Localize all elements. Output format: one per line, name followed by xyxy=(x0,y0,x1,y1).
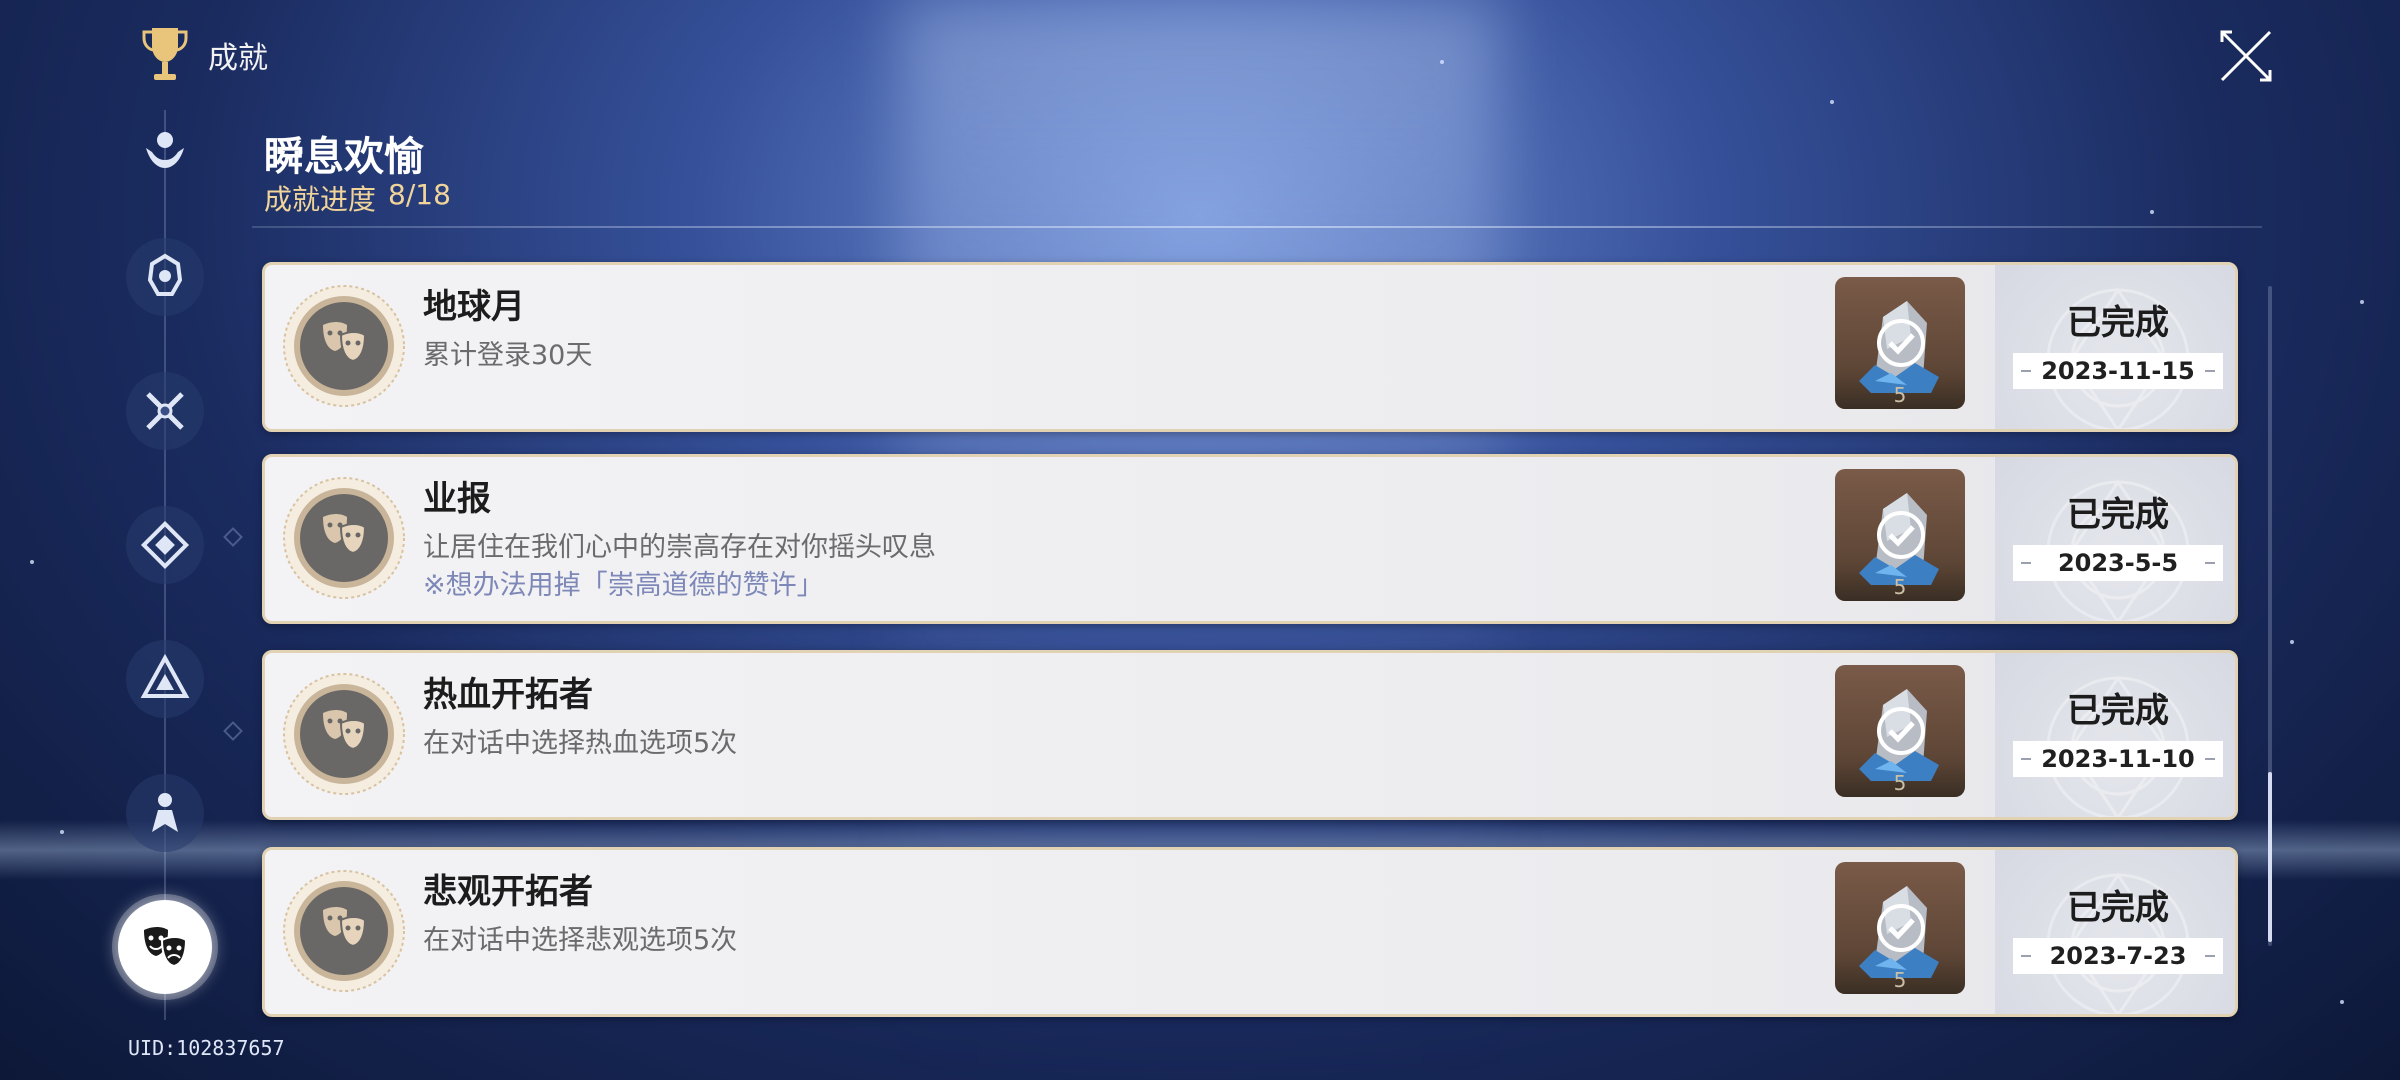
sidebar-marker xyxy=(223,527,243,547)
reward-count: 5 xyxy=(1893,575,1907,599)
sidebar-item-category-2[interactable] xyxy=(126,238,204,316)
completion-date: 2023-11-15 xyxy=(2013,353,2223,389)
page-title: 成就 xyxy=(208,41,268,76)
decorative-pattern xyxy=(2046,479,2190,621)
achievement-progress: 成就进度 8/18 xyxy=(264,178,451,218)
background-star xyxy=(2360,300,2364,304)
trophy-icon xyxy=(142,28,188,80)
sidebar-item-category-6[interactable] xyxy=(126,774,204,852)
helmet-emblem-icon xyxy=(147,253,183,296)
achievement-title: 悲观开拓者 xyxy=(423,872,593,912)
background-star xyxy=(60,830,64,834)
background-star xyxy=(2340,1000,2344,1004)
achievement-title: 业报 xyxy=(423,479,491,519)
reward-count: 5 xyxy=(1893,383,1907,407)
completion-panel: 已完成 2023-7-23 xyxy=(1995,850,2235,1014)
background-star xyxy=(1440,60,1444,64)
completion-status: 已完成 xyxy=(2067,303,2169,343)
user-id: UID:102837657 xyxy=(128,1036,285,1060)
decorative-pattern xyxy=(2046,872,2190,1014)
achievement-title: 地球月 xyxy=(423,287,525,327)
achievement-description: 累计登录30天 xyxy=(423,340,593,371)
reward-item[interactable]: 5 xyxy=(1835,665,1965,797)
crossed-swords-icon xyxy=(146,392,184,430)
category-sidebar xyxy=(110,110,243,1020)
achievement-card[interactable]: 悲观开拓者 在对话中选择悲观选项5次 5 已完成 2023-7-23 xyxy=(262,847,2238,1017)
reward-item[interactable]: 5 xyxy=(1835,862,1965,994)
achievement-description: 在对话中选择热血选项5次 xyxy=(423,728,738,759)
reward-item[interactable]: 5 xyxy=(1835,469,1965,601)
completion-status: 已完成 xyxy=(2067,495,2169,535)
background-star xyxy=(2150,210,2154,214)
decorative-pattern xyxy=(2046,287,2190,429)
achievement-title: 热血开拓者 xyxy=(423,675,593,715)
category-title: 瞬息欢愉 xyxy=(264,134,424,180)
completion-status: 已完成 xyxy=(2067,888,2169,928)
background-star xyxy=(2290,640,2294,644)
completion-panel: 已完成 2023-11-10 xyxy=(1995,653,2235,817)
close-button[interactable] xyxy=(2218,28,2274,84)
reward-count: 5 xyxy=(1893,771,1907,795)
achievement-hint: ※想办法用掉「崇高道德的赞许」 xyxy=(423,570,824,601)
background-star xyxy=(1830,100,1834,104)
completion-date: 2023-7-23 xyxy=(2013,938,2223,974)
theater-masks-medal-icon xyxy=(283,285,405,407)
reward-count: 5 xyxy=(1893,968,1907,992)
section-divider xyxy=(252,226,2262,228)
sidebar-item-category-7[interactable] xyxy=(118,900,212,994)
theater-masks-medal-icon xyxy=(283,870,405,992)
achievement-card[interactable]: 业报 让居住在我们心中的崇高存在对你摇头叹息 ※想办法用掉「崇高道德的赞许」 5… xyxy=(262,454,2238,624)
completion-date: 2023-5-5 xyxy=(2013,545,2223,581)
reward-item[interactable]: 5 xyxy=(1835,277,1965,409)
achievement-card[interactable]: 地球月 累计登录30天 5 已完成 2023-11-15 xyxy=(262,262,2238,432)
diamond-emblem-icon xyxy=(140,520,190,570)
progress-label: 成就进度 xyxy=(264,183,377,216)
page-header: 成就 xyxy=(140,24,268,86)
hands-emblem-icon xyxy=(146,132,184,168)
completion-panel: 已完成 2023-11-15 xyxy=(1995,265,2235,429)
scrollbar-thumb[interactable] xyxy=(2268,772,2272,942)
sidebar-item-category-3[interactable] xyxy=(126,372,204,450)
achievement-description: 在对话中选择悲观选项5次 xyxy=(423,925,738,956)
theater-masks-icon xyxy=(144,927,188,968)
completion-status: 已完成 xyxy=(2067,691,2169,731)
sidebar-item-category-5[interactable] xyxy=(126,640,204,718)
figure-emblem-icon xyxy=(152,793,178,832)
sidebar-item-category-1[interactable] xyxy=(126,110,204,188)
achievement-description: 让居住在我们心中的崇高存在对你摇头叹息 xyxy=(423,532,936,563)
theater-masks-medal-icon xyxy=(283,477,405,599)
progress-value: 8/18 xyxy=(388,178,451,211)
background-star xyxy=(30,560,34,564)
theater-masks-medal-icon xyxy=(283,673,405,795)
decorative-pattern xyxy=(2046,675,2190,817)
achievement-card[interactable]: 热血开拓者 在对话中选择热血选项5次 5 已完成 2023-11-10 xyxy=(262,650,2238,820)
sidebar-item-category-4[interactable] xyxy=(126,506,204,584)
sidebar-marker xyxy=(223,721,243,741)
completion-date: 2023-11-10 xyxy=(2013,741,2223,777)
triangle-emblem-icon xyxy=(140,653,190,698)
completion-panel: 已完成 2023-5-5 xyxy=(1995,457,2235,621)
